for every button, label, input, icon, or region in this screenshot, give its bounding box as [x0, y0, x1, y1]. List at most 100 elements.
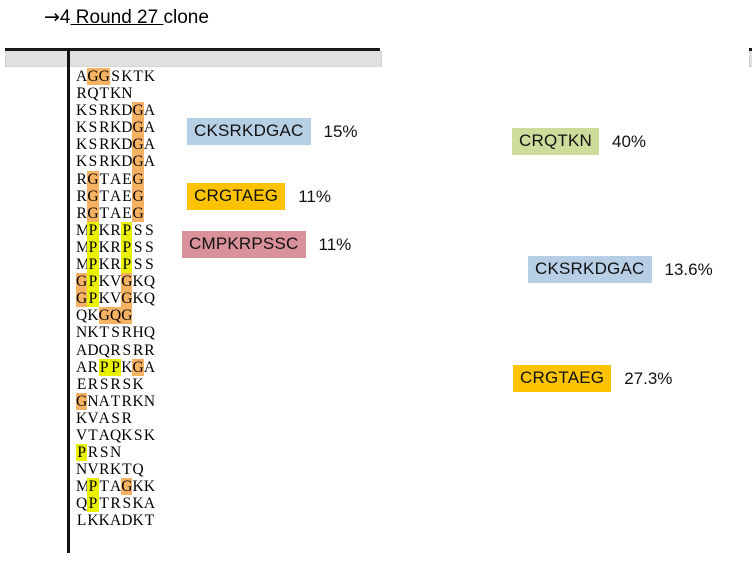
residue: A [143, 495, 156, 513]
sequence-row: QKGQG [76, 307, 155, 325]
residue: G [76, 273, 88, 291]
residue: V [109, 273, 122, 291]
legend-percent: 27.3% [624, 368, 673, 388]
residue: K [98, 238, 110, 256]
residue: R [99, 153, 110, 171]
residue: G [76, 392, 88, 410]
residue: T [88, 426, 98, 444]
residue: G [98, 307, 110, 325]
residue: K [109, 136, 122, 154]
residue: P [87, 495, 99, 513]
residue: K [132, 478, 144, 496]
sequence-row: RGTAEG [76, 187, 155, 205]
residue: T [99, 495, 109, 513]
residue: K [98, 273, 110, 291]
sequence-row: P R SN [76, 444, 155, 462]
sequence-row: MPKR P S S [76, 256, 155, 274]
residue: M [76, 238, 90, 256]
residue: P [87, 478, 99, 496]
residue: A [143, 119, 156, 137]
residue: S [99, 444, 109, 462]
residue: R [132, 341, 144, 359]
residue: K [109, 153, 122, 171]
residue: S [111, 409, 120, 427]
residue: R [110, 375, 121, 393]
residue: R [76, 204, 87, 222]
residue: S [145, 256, 154, 274]
residue: R [110, 495, 121, 513]
residue: E [122, 204, 132, 222]
residue: K [87, 324, 99, 342]
residue: Q [143, 324, 156, 342]
residue: P [121, 221, 133, 239]
sequence-row: GNATRKN [76, 392, 155, 410]
residue: K [143, 426, 156, 444]
residue: P [76, 444, 88, 462]
residue: S [99, 375, 109, 393]
sequence-row: MPKR P S S [76, 238, 155, 257]
residue: D [121, 119, 133, 137]
legend-peptide-chip: CRGTAEG [187, 183, 286, 210]
residue: K [132, 375, 144, 393]
residue: K [143, 68, 156, 85]
residue: Q [87, 85, 99, 103]
residue: V [76, 426, 88, 444]
residue: G [98, 68, 110, 86]
residue: K [109, 85, 122, 103]
residue: K [109, 119, 122, 137]
residue: S [145, 238, 154, 256]
panel-title-left-round-label: Round [70, 7, 138, 28]
sequence-row: ER S R SK [76, 376, 155, 393]
residue: G [87, 170, 99, 188]
sequence-row: VTAQKSK [76, 427, 155, 444]
sequence-row: KVAS R [76, 410, 155, 427]
residue: G [132, 358, 144, 376]
residue: G [132, 204, 144, 222]
residue: E [76, 375, 87, 393]
residue: V [87, 461, 99, 479]
residue: R [76, 187, 87, 205]
residue: S [122, 495, 132, 513]
sequence-row: KS RKDGA [76, 136, 155, 154]
legend-percent: 11% [298, 186, 331, 206]
residue: S [122, 375, 132, 393]
residue: K [132, 290, 144, 308]
residue: D [121, 153, 133, 171]
residue: K [109, 102, 122, 120]
residue: A [98, 409, 110, 427]
sequence-list-left: AGGSKTK RQTKN KS RKDGA KS RKDGA KS RKDGA KS RKDGA… [76, 68, 155, 530]
residue: R [87, 444, 99, 462]
residue: G [132, 136, 144, 154]
residue: R [110, 221, 121, 239]
residue: N [109, 444, 122, 462]
residue: E [122, 170, 132, 188]
residue: R [110, 256, 121, 274]
residue: G [132, 153, 144, 171]
residue: R [121, 392, 132, 410]
residue: G [121, 307, 133, 325]
residue: P [121, 256, 133, 274]
residue: M [76, 256, 90, 274]
residue: N [76, 461, 88, 479]
sequence-row: RGTAEG [76, 170, 155, 188]
residue: T [99, 478, 109, 496]
panel-title-left: →4 Round 27 clone [44, 6, 209, 29]
residue: T [133, 68, 143, 85]
residue: M [76, 221, 90, 239]
legend-percent: 11% [318, 234, 352, 254]
residue: R [99, 102, 110, 120]
residue: S [88, 102, 98, 120]
residue: K [98, 290, 110, 308]
residue: A [109, 204, 122, 222]
residue: R [99, 119, 110, 137]
residue: A [109, 187, 122, 205]
residue: K [132, 392, 144, 410]
residue: K [109, 461, 122, 479]
legend-item: CRGTAEG 11% [187, 183, 331, 210]
residue: G [132, 170, 144, 188]
sequence-row: MPKR P S S [76, 221, 155, 239]
residue: P [121, 238, 133, 257]
legend-peptide-chip: CRGTAEG [513, 365, 612, 392]
residue: R [110, 341, 121, 359]
residue: P [87, 221, 99, 239]
